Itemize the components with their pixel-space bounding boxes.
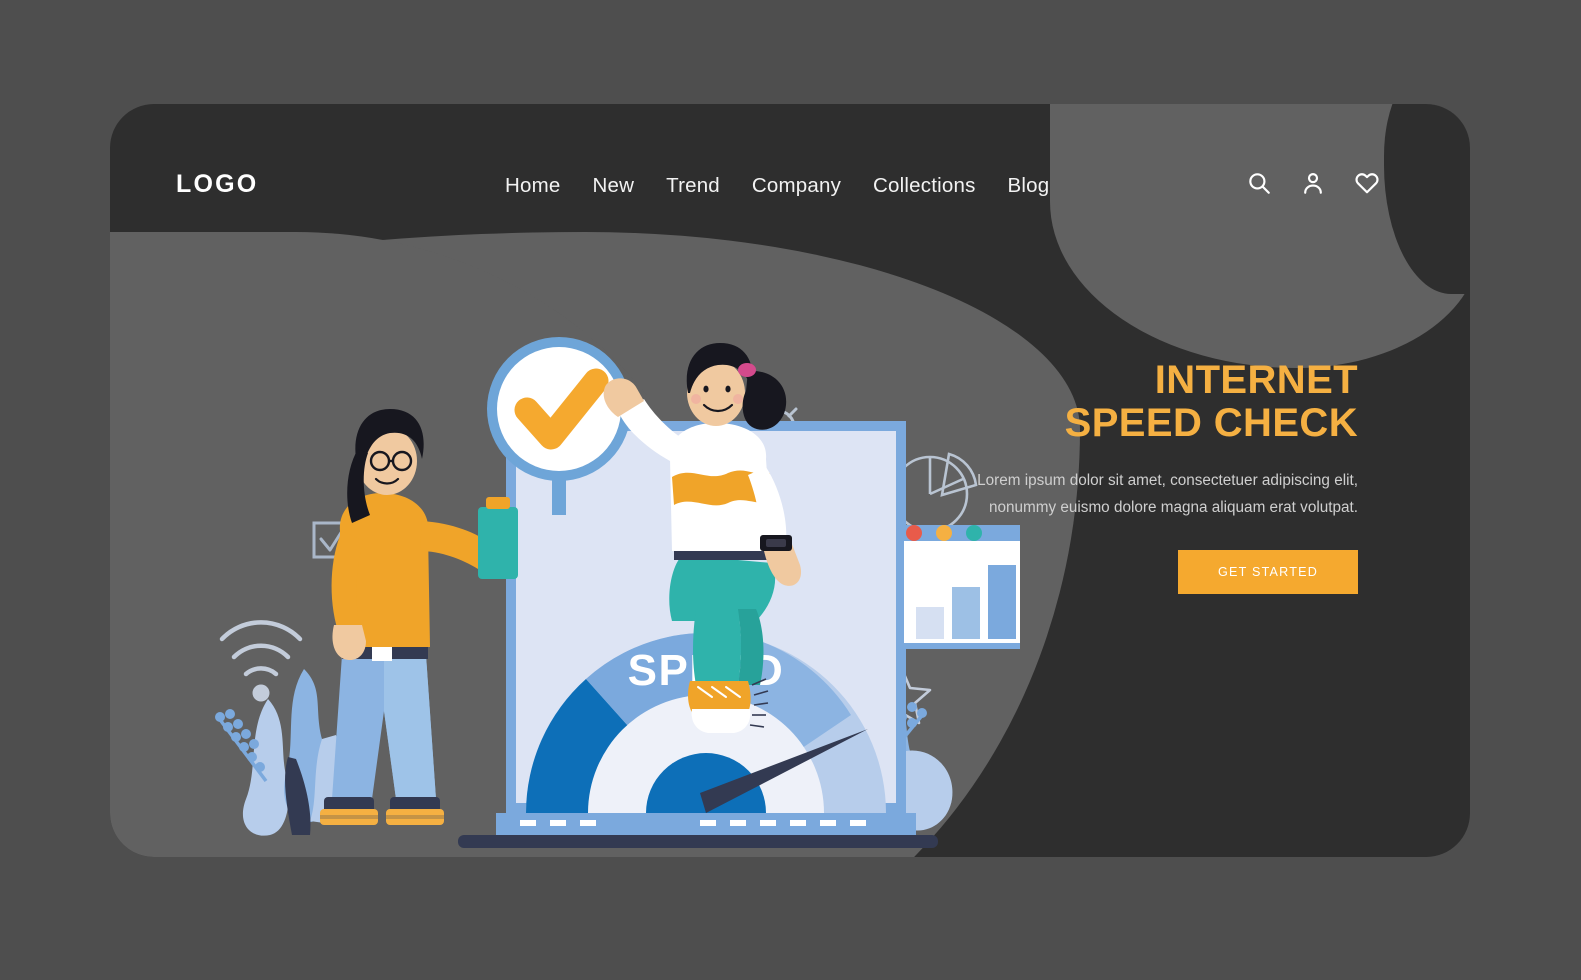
window-dot-red <box>906 525 922 541</box>
chart-bar-2 <box>952 587 980 639</box>
chart-bar-1 <box>916 607 944 639</box>
hero-paragraph: Lorem ipsum dolor sit amet, consectetuer… <box>977 471 1358 517</box>
shoes-left <box>320 797 444 825</box>
hair-tie <box>738 363 756 377</box>
character-standing-woman <box>320 409 518 825</box>
nav-item-company[interactable]: Company <box>752 174 841 198</box>
hero-title-line1: INTERNET <box>1154 358 1358 402</box>
hero-illustration: SPEED <box>200 269 1020 857</box>
nav-item-collections[interactable]: Collections <box>873 174 975 198</box>
hero-copy-block: INTERNET SPEED CHECK Lorem ipsum dolor s… <box>938 359 1358 595</box>
header-icon-group <box>1246 170 1380 196</box>
nav-item-home[interactable]: Home <box>505 174 560 198</box>
hero-card: LOGO Home New Trend Company Collections … <box>110 104 1470 857</box>
main-navigation: Home New Trend Company Collections Blog <box>505 174 1049 198</box>
ground-line <box>458 835 938 848</box>
get-started-button[interactable]: GET STARTED <box>1178 550 1358 595</box>
nav-item-new[interactable]: New <box>592 174 634 198</box>
page-root: LOGO Home New Trend Company Collections … <box>0 0 1581 980</box>
search-icon[interactable] <box>1246 170 1272 196</box>
site-logo[interactable]: LOGO <box>176 170 258 199</box>
user-icon[interactable] <box>1300 170 1326 196</box>
nav-item-trend[interactable]: Trend <box>666 174 720 198</box>
held-object <box>478 507 518 579</box>
heart-icon[interactable] <box>1354 170 1380 196</box>
illustration-svg: SPEED <box>215 337 1020 848</box>
site-header: LOGO Home New Trend Company Collections … <box>110 104 1470 232</box>
hero-title: INTERNET SPEED CHECK <box>938 359 1358 445</box>
nav-item-blog[interactable]: Blog <box>1008 174 1050 198</box>
wifi-icon-small <box>219 620 303 702</box>
hero-title-line2: SPEED CHECK <box>1064 400 1358 445</box>
